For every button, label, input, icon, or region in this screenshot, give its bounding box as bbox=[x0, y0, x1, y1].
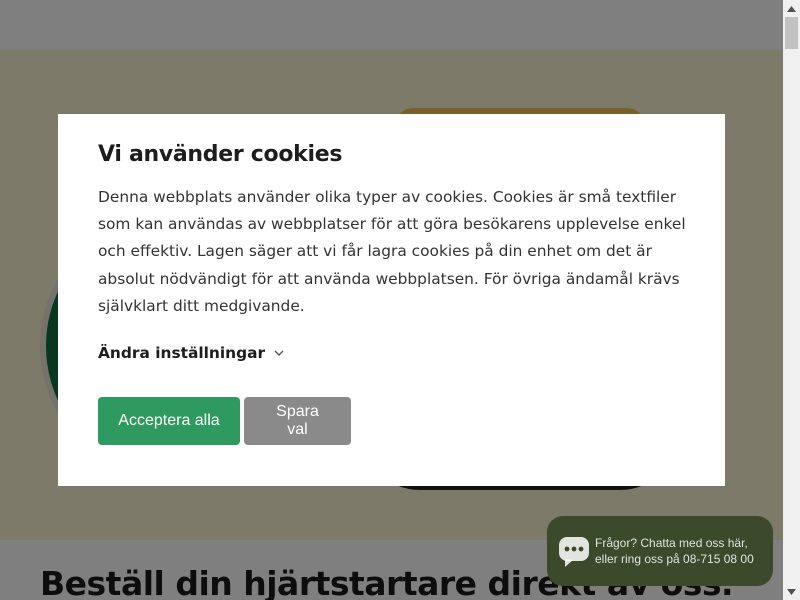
vertical-scrollbar[interactable] bbox=[783, 0, 800, 600]
change-settings-label: Ändra inställningar bbox=[98, 344, 266, 363]
chat-widget-line-2: eller ring oss på 08-715 08 00 bbox=[595, 552, 754, 566]
chat-widget[interactable]: Frågor? Chatta med oss här, eller ring o… bbox=[547, 516, 773, 586]
cookie-dialog: Vi använder cookies Denna webbplats anvä… bbox=[58, 114, 725, 486]
scroll-thumb[interactable] bbox=[785, 17, 798, 49]
chat-widget-line-1: Frågor? Chatta med oss här, bbox=[595, 536, 748, 550]
cookie-button-row: Acceptera alla Spara val bbox=[98, 397, 685, 446]
triangle-up-icon bbox=[787, 5, 796, 12]
triangle-down-icon bbox=[787, 588, 796, 595]
save-choices-button[interactable]: Spara val bbox=[244, 397, 351, 446]
accept-all-button[interactable]: Acceptera alla bbox=[98, 397, 240, 446]
scroll-up-arrow[interactable] bbox=[783, 0, 800, 17]
scroll-down-arrow[interactable] bbox=[783, 583, 800, 600]
change-settings-toggle[interactable]: Ändra inställningar bbox=[98, 342, 285, 364]
cookie-dialog-title: Vi använder cookies bbox=[98, 142, 343, 167]
cookie-dialog-text: Denna webbplats använder olika typer av … bbox=[98, 188, 686, 315]
chat-widget-text: Frågor? Chatta med oss här, eller ring o… bbox=[595, 535, 754, 567]
chat-bubble-icon bbox=[559, 537, 589, 567]
chevron-down-icon bbox=[274, 350, 284, 357]
